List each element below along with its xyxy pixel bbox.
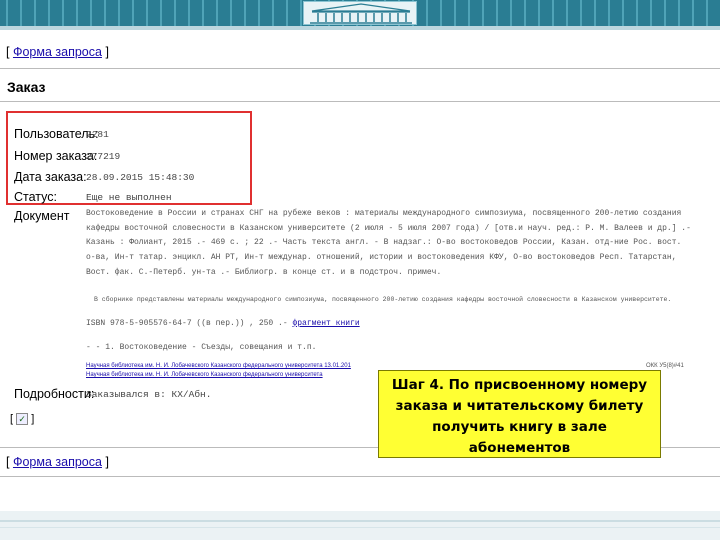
footer-band xyxy=(0,511,720,540)
callout-line: абонементов xyxy=(468,440,571,456)
isbn-text: ISBN 978-5-905576-64-7 ((в пер.)) , 250 … xyxy=(86,319,288,328)
document-description: Востоковедение в России и странах СНГ на… xyxy=(86,207,714,281)
request-form-nav-top: [ Форма запроса ] xyxy=(6,45,109,59)
bracket-open: [ xyxy=(10,413,14,425)
checkmark-icon: ✓ xyxy=(18,414,26,425)
bracket-close: ] xyxy=(105,45,109,59)
divider xyxy=(0,476,720,477)
library-row: Научная библиотека им. Н. И. Лобачевског… xyxy=(86,371,351,380)
request-form-link[interactable]: Форма запроса xyxy=(13,455,102,469)
select-checkbox-wrap: [ ✓ ] xyxy=(10,413,35,426)
page-title: Заказ xyxy=(7,79,46,95)
header-stripe xyxy=(0,26,720,30)
order-date-value: 28.09.2015 15:48:30 xyxy=(86,172,195,183)
subject-line: - - 1. Востоковедение - Съезды, совещани… xyxy=(86,343,317,352)
document-line: Востоковедение в России и странах СНГ на… xyxy=(86,209,682,218)
request-form-link[interactable]: Форма запроса xyxy=(13,45,102,59)
order-date-label: Дата заказа: xyxy=(14,170,87,184)
divider xyxy=(0,68,720,69)
header-banner xyxy=(0,0,720,26)
bracket-close: ] xyxy=(31,413,35,425)
callout-line: Шаг 4. По присвоенному номеру xyxy=(391,377,648,393)
select-checkbox[interactable]: ✓ xyxy=(16,413,29,426)
divider xyxy=(0,101,720,102)
book-fragment-link[interactable]: фрагмент книги xyxy=(292,319,359,328)
footer-line xyxy=(0,520,720,522)
status-label: Статус: xyxy=(14,190,57,204)
request-form-nav-bottom: [ Форма запроса ] xyxy=(6,455,109,469)
details-label: Подробности: xyxy=(14,387,95,401)
document-line: Казань : Фолиант, 2015 .- 469 с. ; 22 .-… xyxy=(86,238,682,248)
document-line: кафедры восточной словесности в Казанско… xyxy=(86,223,691,233)
callout-line: получить книгу в зале xyxy=(432,419,607,435)
bracket-open: [ xyxy=(6,45,10,59)
library-link[interactable]: Научная библиотека им. Н. И. Лобачевског… xyxy=(86,363,351,369)
document-note: В сборнике представлены материалы междун… xyxy=(94,296,672,303)
footer-line xyxy=(0,527,720,528)
bracket-close: ] xyxy=(105,455,109,469)
instruction-callout: Шаг 4. По присвоенному номеру заказа и ч… xyxy=(378,370,661,458)
building-logo-icon xyxy=(303,1,417,25)
callout-line: заказа и читательскому билету xyxy=(395,398,644,414)
order-number-value: 277219 xyxy=(86,151,121,162)
library-holdings: Научная библиотека им. Н. И. Лобачевског… xyxy=(86,362,684,380)
library-row: Научная библиотека им. Н. И. Лобачевског… xyxy=(86,362,684,371)
user-value: 2281 xyxy=(86,129,109,140)
bracket-open: [ xyxy=(6,455,10,469)
document-line: Вост. фак. С.-Петерб. ун-та .- Библиогр.… xyxy=(86,267,442,277)
document-line: о-ва, Ин-т татар. энцикл. АН РТ, Ин-т ме… xyxy=(86,253,677,263)
isbn-line: ISBN 978-5-905576-64-7 ((в пер.)) , 250 … xyxy=(86,317,714,332)
status-value: Еще не выполнен xyxy=(86,192,172,203)
document-label: Документ xyxy=(14,209,70,223)
order-number-label: Номер заказа: xyxy=(14,149,98,163)
details-value: Заказывался в: КХ/Абн. xyxy=(86,389,212,400)
library-link[interactable]: Научная библиотека им. Н. И. Лобачевског… xyxy=(86,372,323,378)
